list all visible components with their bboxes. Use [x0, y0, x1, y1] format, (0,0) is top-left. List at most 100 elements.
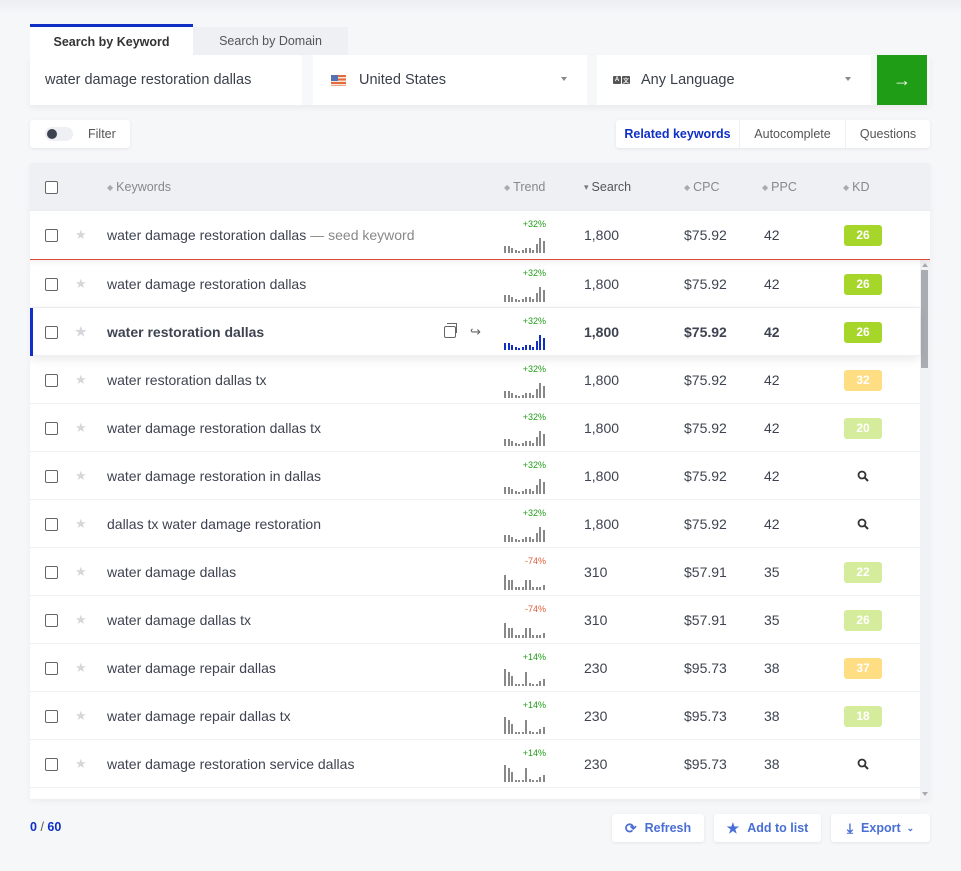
- star-icon[interactable]: ★: [75, 612, 87, 628]
- trend-sparkline: [504, 764, 545, 782]
- sparkline-bar: [504, 295, 506, 302]
- column-header-search[interactable]: ▾ Search: [584, 163, 631, 211]
- row-checkbox[interactable]: [45, 421, 58, 435]
- star-icon[interactable]: ★: [75, 660, 87, 676]
- table-row[interactable]: ★ water restoration dallas ↪ +32% 1,800 $75.9…: [30, 308, 920, 356]
- export-button[interactable]: ⤓ Export ⌄: [831, 814, 930, 842]
- star-icon[interactable]: ★: [75, 564, 87, 580]
- segment-autocomplete[interactable]: Autocomplete: [740, 120, 846, 148]
- row-checkbox[interactable]: [45, 373, 58, 387]
- keyword-text[interactable]: water damage restoration in dallas: [107, 468, 321, 484]
- add-to-list-button[interactable]: ★ Add to list: [714, 814, 821, 842]
- keyword-cell: water restoration dallas: [107, 308, 264, 356]
- sparkline-bar: [518, 348, 520, 350]
- keyword-text[interactable]: water restoration dallas tx: [107, 372, 267, 388]
- country-select[interactable]: United States: [313, 55, 587, 105]
- copy-icon[interactable]: [444, 323, 457, 338]
- star-icon[interactable]: ★: [75, 420, 87, 436]
- keyword-text[interactable]: water restoration dallas: [107, 324, 264, 340]
- kd-lookup-button[interactable]: [844, 518, 882, 530]
- table-row[interactable]: ★ water damage dallas -74% 310 $57.91 35 22: [30, 548, 920, 596]
- sparkline-bar: [504, 623, 506, 638]
- keyword-text[interactable]: water damage restoration service dallas: [107, 756, 354, 772]
- star-icon[interactable]: ★: [75, 708, 87, 724]
- tab-search-by-keyword[interactable]: Search by Keyword: [30, 24, 193, 56]
- star-icon[interactable]: ★: [75, 756, 87, 772]
- table-row[interactable]: ★ water damage repair dallas tx +14% 230 $95…: [30, 692, 920, 740]
- star-icon[interactable]: ★: [75, 276, 87, 292]
- row-checkbox[interactable]: [45, 757, 58, 771]
- table-row[interactable]: ★ water damage restoration in dallas +32% 1…: [30, 452, 920, 500]
- filter-toggle-button[interactable]: Filter: [30, 120, 130, 148]
- sparkline-bar: [542, 775, 545, 782]
- keyword-text[interactable]: water damage restoration dallas: [107, 227, 306, 243]
- keyword-text[interactable]: dallas tx water damage restoration: [107, 516, 321, 532]
- sort-icon: ◆: [107, 182, 114, 192]
- toggle-switch[interactable]: [45, 127, 73, 141]
- column-header-cpc[interactable]: ◆ CPC: [684, 163, 720, 211]
- row-checkbox[interactable]: [45, 613, 58, 627]
- refresh-label: Refresh: [644, 821, 692, 835]
- column-header-ppc[interactable]: ◆ PPC: [762, 163, 797, 211]
- row-checkbox[interactable]: [45, 325, 58, 339]
- table-row[interactable]: ★ water restoration dallas tx +32% 1,800 $75…: [30, 356, 920, 404]
- search-this-keyword-icon[interactable]: ↪: [470, 324, 481, 340]
- row-checkbox[interactable]: [45, 469, 58, 483]
- row-checkbox[interactable]: [45, 277, 58, 291]
- language-select[interactable]: A文 Any Language: [597, 55, 871, 105]
- favorite-cell: ★: [75, 356, 87, 404]
- row-checkbox[interactable]: [45, 661, 58, 675]
- column-header-keywords[interactable]: ◆ Keywords: [107, 163, 171, 211]
- keyword-text[interactable]: water damage restoration dallas: [107, 276, 306, 292]
- scrollbar-thumb[interactable]: [921, 270, 928, 368]
- kd-cell: [844, 500, 882, 548]
- table-row[interactable]: ★ water damage restoration dallas +32% 1,80…: [30, 260, 920, 308]
- kd-cell: 37: [844, 644, 882, 692]
- table-row[interactable]: ★ water damage restoration dallas tx +32% 1…: [30, 404, 920, 452]
- scroll-up-icon[interactable]: [922, 263, 928, 267]
- table-row[interactable]: ★ dallas tx water damage restoration +32% 1…: [30, 500, 920, 548]
- keyword-text[interactable]: water damage dallas tx: [107, 612, 251, 628]
- keyword-text[interactable]: water damage dallas: [107, 564, 236, 580]
- kd-lookup-button[interactable]: [844, 470, 882, 482]
- row-checkbox[interactable]: [45, 517, 58, 531]
- refresh-button[interactable]: ⟳ Refresh: [612, 814, 704, 842]
- trend-sparkline: [504, 476, 545, 494]
- tab-search-by-domain[interactable]: Search by Domain: [193, 27, 348, 55]
- scrollbar[interactable]: [920, 260, 930, 799]
- segment-related-keywords[interactable]: Related keywords: [616, 120, 740, 148]
- favorite-cell: ★: [75, 548, 87, 596]
- sparkline-bar: [507, 246, 510, 253]
- sparkline-bar: [518, 251, 520, 253]
- segment-questions[interactable]: Questions: [846, 120, 930, 148]
- keyword-text[interactable]: water damage repair dallas: [107, 660, 276, 676]
- keyword-input[interactable]: [30, 55, 302, 105]
- trend-sparkline: [504, 668, 545, 686]
- table-row[interactable]: ★ water damage restoration service dallas…: [30, 740, 920, 788]
- kd-badge: 26: [844, 273, 882, 295]
- table-row[interactable]: ★ water damage repair dallas +14% 230 $95.73…: [30, 644, 920, 692]
- search-go-button[interactable]: →: [877, 55, 927, 105]
- keyword-text[interactable]: water damage repair dallas tx: [107, 708, 291, 724]
- seed-keyword-row[interactable]: ★ water damage restoration dallas — seed k…: [30, 211, 930, 260]
- star-icon[interactable]: ★: [75, 468, 87, 484]
- star-icon[interactable]: ★: [75, 324, 87, 340]
- star-icon[interactable]: ★: [75, 372, 87, 388]
- row-checkbox[interactable]: [45, 709, 58, 723]
- scroll-down-icon[interactable]: [922, 792, 928, 796]
- row-checkbox[interactable]: [45, 565, 58, 579]
- sparkline-bar: [518, 780, 520, 782]
- keyword-text[interactable]: water damage restoration dallas tx: [107, 420, 321, 436]
- column-header-kd[interactable]: ◆ KD: [843, 163, 870, 211]
- trend-percent: +32%: [522, 219, 546, 229]
- row-checkbox[interactable]: [45, 228, 58, 242]
- star-icon[interactable]: ★: [75, 227, 87, 243]
- star-icon[interactable]: ★: [75, 516, 87, 532]
- column-header-trend[interactable]: ◆ Trend: [504, 163, 545, 211]
- kd-cell: 18: [844, 692, 882, 740]
- table-row[interactable]: ★ water damage dallas tx -74% 310 $57.91 35 26: [30, 596, 920, 644]
- trend-percent: +32%: [522, 460, 546, 470]
- select-all-checkbox[interactable]: [45, 180, 58, 194]
- sparkline-bar: [525, 345, 527, 350]
- kd-lookup-button[interactable]: [844, 758, 882, 770]
